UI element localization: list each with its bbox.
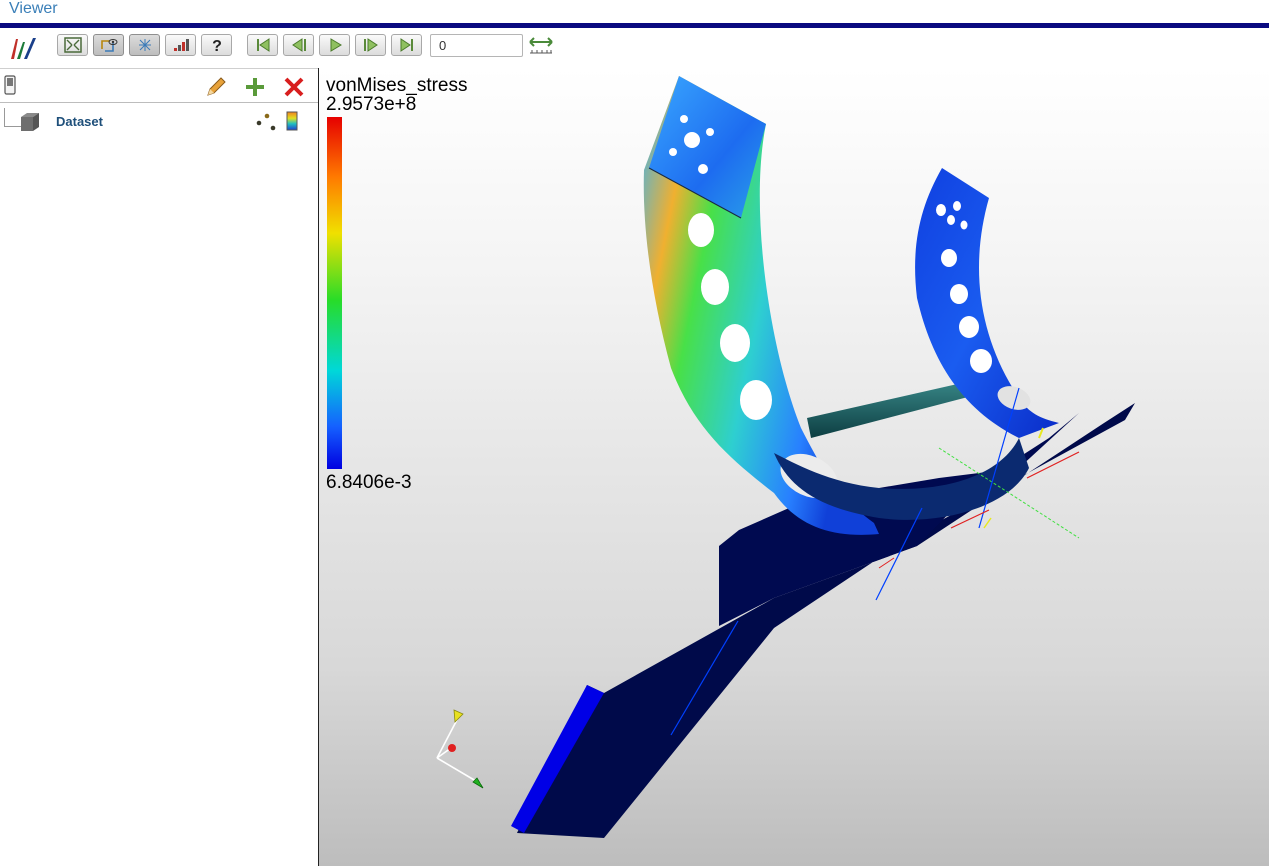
colormap-icon[interactable]: [285, 110, 299, 132]
first-frame-icon: [256, 38, 269, 52]
previous-frame-button[interactable]: [283, 34, 314, 56]
last-frame-icon: [400, 38, 413, 52]
reset-camera-icon: [63, 37, 82, 53]
pipeline-item-label: Dataset: [56, 114, 103, 129]
center-rotation-icon: [138, 39, 151, 51]
center-of-rotation-button[interactable]: [129, 34, 160, 56]
pipeline-item-dataset[interactable]: Dataset: [0, 108, 318, 134]
stretch-time-icon[interactable]: [528, 35, 554, 57]
rotate-eye-icon: [100, 39, 117, 52]
frame-input[interactable]: [430, 34, 523, 57]
legend-max-label: 2.9573e+8: [326, 94, 417, 115]
interaction-mode-button[interactable]: [93, 34, 124, 56]
stats-icon: [173, 39, 189, 51]
close-icon[interactable]: [282, 76, 306, 98]
reset-camera-button[interactable]: [57, 34, 88, 56]
color-legend-bar: [327, 117, 342, 469]
svg-text:?: ?: [212, 38, 222, 53]
legend-min-label: 6.8406e-3: [326, 472, 412, 493]
toolbar: ?: [0, 29, 1269, 65]
play-icon: [330, 38, 342, 52]
help-button[interactable]: ?: [201, 34, 232, 56]
remote-device-icon[interactable]: [4, 75, 16, 95]
orientation-axes-icon: [436, 709, 484, 789]
render-view[interactable]: vonMises_stress 2.9573e+8 6.8406e-3: [319, 68, 1269, 866]
first-frame-button[interactable]: [247, 34, 278, 56]
statistics-button[interactable]: [165, 34, 196, 56]
help-icon: ?: [212, 38, 222, 53]
cube-icon: [21, 113, 39, 131]
previous-frame-icon: [291, 38, 306, 52]
points-icon[interactable]: [255, 112, 277, 132]
next-frame-icon: [363, 38, 378, 52]
title-bar: Viewer: [0, 0, 1269, 28]
title-divider: [0, 23, 1269, 28]
pipeline-header: [0, 68, 318, 103]
plus-icon[interactable]: [243, 76, 267, 98]
last-frame-button[interactable]: [391, 34, 422, 56]
pipeline-panel: Dataset: [0, 68, 319, 866]
play-button[interactable]: [319, 34, 350, 56]
paraview-logo-icon: [11, 38, 36, 59]
pencil-icon[interactable]: [204, 76, 228, 98]
next-frame-button[interactable]: [355, 34, 386, 56]
app-title: Viewer: [9, 0, 58, 17]
